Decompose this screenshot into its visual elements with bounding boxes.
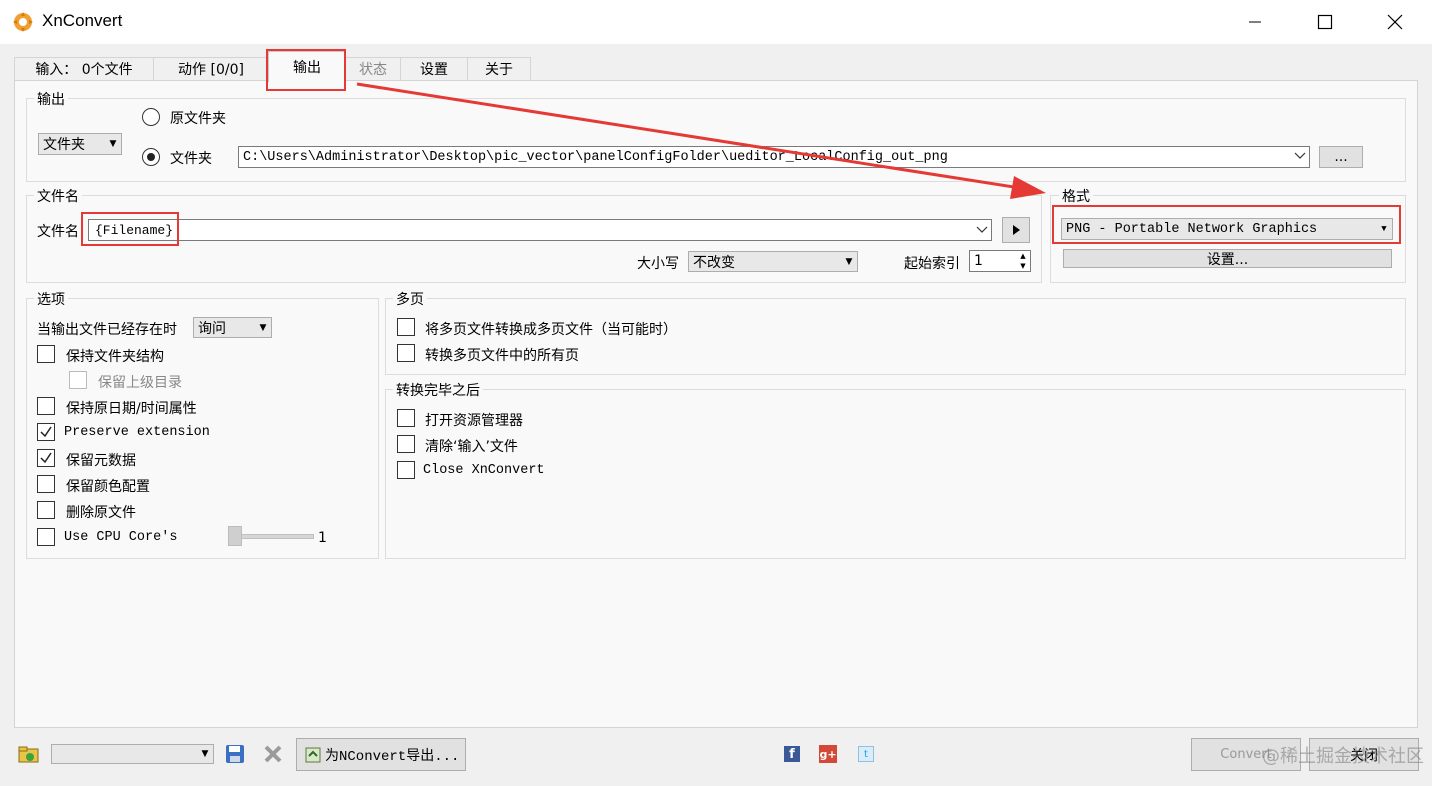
- checkbox-clear-input[interactable]: [397, 435, 415, 453]
- facebook-icon[interactable]: f: [784, 746, 800, 762]
- filename-insert-button[interactable]: [1002, 217, 1030, 243]
- output-path-value: C:\Users\Administrator\Desktop\pic_vecto…: [243, 149, 948, 165]
- tab-input[interactable]: 输入： 0个文件: [14, 57, 154, 80]
- checkbox-label: Use CPU Core's: [64, 530, 178, 545]
- checkbox-preserve-extension[interactable]: [37, 423, 55, 441]
- checkbox-close-xnconvert[interactable]: [397, 461, 415, 479]
- output-folder-combo[interactable]: 文件夹 ▼: [38, 133, 122, 155]
- checkbox-label: 将多页文件转换成多页文件（当可能时）: [425, 322, 677, 338]
- checkbox-label: 清除‘输入’文件: [425, 439, 518, 455]
- chevron-down-icon: ▼: [845, 256, 853, 267]
- window-title: XnConvert: [42, 11, 123, 30]
- after-conversion-group-legend: 转换完毕之后: [393, 380, 483, 400]
- xnconvert-logo-icon: [12, 11, 34, 33]
- title-bar: [0, 0, 1432, 44]
- filename-label: 文件名: [37, 224, 79, 240]
- format-settings-button[interactable]: 设置...: [1063, 249, 1392, 268]
- checkbox-use-cpu-cores[interactable]: [37, 528, 55, 546]
- highlight-box-format: [1052, 205, 1401, 244]
- format-group-legend: 格式: [1059, 186, 1093, 206]
- maximize-button[interactable]: [1290, 0, 1360, 44]
- play-arrow-icon: [1013, 225, 1020, 235]
- watermark: @稀土掘金技术社区: [1262, 746, 1424, 767]
- checkbox-label: Preserve extension: [64, 425, 210, 440]
- preset-combo[interactable]: ▼: [51, 744, 214, 764]
- checkbox-keep-parent-dir[interactable]: [69, 371, 87, 389]
- checkbox-keep-metadata[interactable]: [37, 449, 55, 467]
- multipage-group-legend: 多页: [393, 289, 427, 309]
- checkbox-convert-all-pages[interactable]: [397, 344, 415, 362]
- exists-label: 当输出文件已经存在时: [37, 322, 177, 338]
- highlight-box-output-tab: [266, 49, 346, 91]
- checkbox-multipage-convert[interactable]: [397, 318, 415, 336]
- checkmark-icon: [40, 452, 52, 464]
- checkbox-label: 保留元数据: [66, 453, 136, 469]
- radio-folder-label: 文件夹: [170, 151, 212, 167]
- case-combo[interactable]: 不改变 ▼: [688, 251, 858, 272]
- cpu-slider-thumb[interactable]: [228, 526, 242, 546]
- radio-original-folder[interactable]: [142, 108, 160, 126]
- tab-status[interactable]: 状态: [345, 57, 401, 80]
- highlight-box-filename: [81, 212, 179, 246]
- start-index-label: 起始索引: [904, 256, 960, 272]
- twitter-icon[interactable]: t: [858, 746, 874, 762]
- checkbox-keep-folder-structure[interactable]: [37, 345, 55, 363]
- tab-settings[interactable]: 设置: [400, 57, 468, 80]
- checkbox-label: 保持原日期/时间属性: [66, 401, 197, 417]
- close-window-button[interactable]: [1360, 0, 1430, 44]
- exists-combo[interactable]: 询问 ▼: [193, 317, 272, 338]
- start-index-spinner[interactable]: 1 ▲ ▼: [969, 250, 1031, 272]
- checkbox-label: 保留上级目录: [98, 375, 182, 391]
- google-plus-icon[interactable]: g+: [819, 745, 837, 763]
- checkbox-label: 保持文件夹结构: [66, 349, 164, 365]
- tab-actions[interactable]: 动作 [0/0]: [153, 57, 269, 80]
- radio-folder[interactable]: [142, 148, 160, 166]
- checkmark-icon: [40, 426, 52, 438]
- options-group-legend: 选项: [34, 289, 68, 309]
- output-group: [26, 98, 1406, 182]
- chevron-down-icon: [1291, 150, 1309, 165]
- checkbox-keep-datetime[interactable]: [37, 397, 55, 415]
- checkbox-keep-color-profile[interactable]: [37, 475, 55, 493]
- chevron-down-icon: ▼: [259, 322, 267, 333]
- checkbox-label: 转换多页文件中的所有页: [425, 348, 579, 364]
- chevron-down-icon: ▼: [109, 139, 117, 149]
- output-folder-combo-value: 文件夹: [43, 137, 85, 153]
- export-nconvert-label: 为NConvert导出...: [325, 748, 460, 765]
- tab-about[interactable]: 关于: [467, 57, 531, 80]
- spin-down-icon[interactable]: ▼: [1016, 261, 1030, 271]
- open-folder-icon[interactable]: [18, 744, 40, 764]
- chevron-down-icon: [973, 223, 991, 238]
- filename-value: {Filename}: [95, 222, 174, 238]
- case-label: 大小写: [637, 256, 679, 272]
- radio-original-folder-label: 原文件夹: [170, 111, 226, 127]
- output-group-legend: 输出: [34, 89, 68, 109]
- checkbox-label: 删除原文件: [66, 505, 136, 521]
- filename-group-legend: 文件名: [34, 186, 82, 206]
- cpu-value: 1: [318, 530, 327, 546]
- filename-combo[interactable]: {Filename}: [88, 219, 992, 241]
- exists-combo-value: 询问: [198, 320, 226, 337]
- spin-up-icon[interactable]: ▲: [1016, 251, 1030, 261]
- minimize-button[interactable]: [1220, 0, 1290, 44]
- checkbox-delete-original[interactable]: [37, 501, 55, 519]
- case-combo-value: 不改变: [693, 254, 735, 271]
- checkbox-label: 打开资源管理器: [425, 413, 523, 429]
- chevron-down-icon: ▼: [201, 749, 209, 759]
- output-path-combo[interactable]: C:\Users\Administrator\Desktop\pic_vecto…: [238, 146, 1310, 168]
- checkbox-open-explorer[interactable]: [397, 409, 415, 427]
- delete-icon[interactable]: [263, 744, 283, 764]
- export-icon: [305, 747, 321, 762]
- browse-button[interactable]: ...: [1319, 146, 1363, 168]
- save-icon[interactable]: [225, 744, 245, 764]
- start-index-value: 1: [974, 253, 983, 269]
- export-nconvert-button[interactable]: 为NConvert导出...: [296, 738, 466, 771]
- checkbox-label: Close XnConvert: [423, 463, 545, 478]
- checkbox-label: 保留颜色配置: [66, 479, 150, 495]
